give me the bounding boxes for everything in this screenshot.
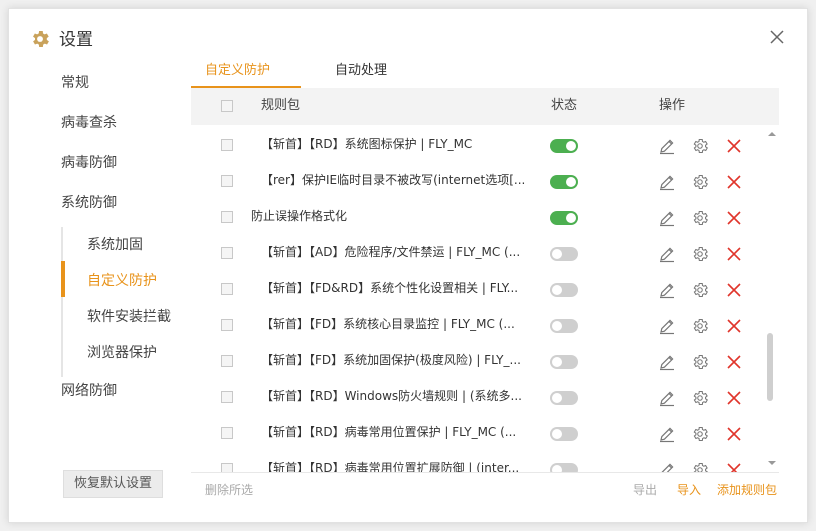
sidebar-item-network-defense[interactable]: 网络防御 bbox=[61, 381, 117, 401]
table-row[interactable]: 【斩首】【AD】危险程序/文件禁运 | FLY_MC (... bbox=[191, 235, 771, 271]
table-row[interactable]: 【斩首】【RD】病毒常用位置扩展防御 | (inter... bbox=[191, 451, 771, 473]
edit-icon[interactable] bbox=[658, 137, 676, 155]
settings-window: 设置 常规 病毒查杀 病毒防御 系统防御 系统加固 自定义防护 软件安装拦截 浏… bbox=[8, 8, 808, 523]
rule-name: 【斩首】【FD】系统加固保护(极度风险) | FLY_... bbox=[261, 353, 521, 367]
status-toggle[interactable] bbox=[550, 391, 578, 405]
sidebar-sub-divider bbox=[61, 227, 63, 377]
gear-icon[interactable] bbox=[691, 281, 709, 299]
restore-defaults-button[interactable]: 恢复默认设置 bbox=[63, 470, 163, 498]
delete-selected-button[interactable]: 删除所选 bbox=[205, 481, 253, 499]
gear-icon[interactable] bbox=[691, 245, 709, 263]
delete-icon[interactable] bbox=[725, 281, 743, 299]
rule-list: 【斩首】【RD】系统图标保护 | FLY_MC 【rer】保护IE临时目录不被改… bbox=[191, 127, 771, 473]
edit-icon[interactable] bbox=[658, 317, 676, 335]
rule-name: 防止误操作格式化 bbox=[251, 209, 348, 223]
window-title: 设置 bbox=[59, 30, 93, 50]
delete-icon[interactable] bbox=[725, 245, 743, 263]
row-checkbox[interactable] bbox=[221, 175, 233, 187]
sidebar-item-custom-protection[interactable]: 自定义防护 bbox=[87, 271, 157, 291]
row-checkbox[interactable] bbox=[221, 355, 233, 367]
gear-icon[interactable] bbox=[691, 389, 709, 407]
status-toggle[interactable] bbox=[550, 283, 578, 297]
sidebar-item-system-defense[interactable]: 系统防御 bbox=[61, 193, 117, 213]
status-toggle[interactable] bbox=[550, 175, 578, 189]
row-checkbox[interactable] bbox=[221, 391, 233, 403]
row-checkbox[interactable] bbox=[221, 247, 233, 259]
delete-icon[interactable] bbox=[725, 389, 743, 407]
scrollbar-thumb[interactable] bbox=[767, 333, 773, 401]
table-row[interactable]: 【斩首】【RD】Windows防火墙规则 | (系统多... bbox=[191, 379, 771, 415]
table-row[interactable]: 【rer】保护IE临时目录不被改写(internet选项[... bbox=[191, 163, 771, 199]
sidebar-item-system-hardening[interactable]: 系统加固 bbox=[87, 235, 143, 255]
scroll-up-arrow-icon[interactable] bbox=[767, 130, 777, 138]
table-row[interactable]: 【斩首】【RD】病毒常用位置保护 | FLY_MC (... bbox=[191, 415, 771, 451]
edit-icon[interactable] bbox=[658, 245, 676, 263]
sidebar-item-install-blocking[interactable]: 软件安装拦截 bbox=[87, 307, 171, 327]
export-button[interactable]: 导出 bbox=[633, 481, 657, 499]
delete-icon[interactable] bbox=[725, 317, 743, 335]
status-toggle[interactable] bbox=[550, 247, 578, 261]
table-row[interactable]: 【斩首】【FD】系统核心目录监控 | FLY_MC (... bbox=[191, 307, 771, 343]
rule-name: 【斩首】【FD】系统核心目录监控 | FLY_MC (... bbox=[261, 317, 515, 331]
gear-icon[interactable] bbox=[691, 173, 709, 191]
gear-icon[interactable] bbox=[691, 353, 709, 371]
column-header-rule-pack: 规则包 bbox=[261, 98, 301, 113]
gear-icon[interactable] bbox=[691, 317, 709, 335]
row-checkbox[interactable] bbox=[221, 283, 233, 295]
select-all-checkbox[interactable] bbox=[221, 100, 233, 112]
row-checkbox[interactable] bbox=[221, 139, 233, 151]
sidebar-item-virus-defense[interactable]: 病毒防御 bbox=[61, 153, 117, 173]
tab-auto-handle[interactable]: 自动处理 bbox=[335, 61, 387, 81]
delete-icon[interactable] bbox=[725, 209, 743, 227]
rule-name: 【斩首】【RD】系统图标保护 | FLY_MC bbox=[261, 137, 473, 151]
scroll-down-arrow-icon[interactable] bbox=[767, 459, 777, 467]
gear-icon[interactable] bbox=[691, 209, 709, 227]
edit-icon[interactable] bbox=[658, 281, 676, 299]
status-toggle[interactable] bbox=[550, 427, 578, 441]
column-header-actions: 操作 bbox=[659, 98, 686, 113]
rule-name: 【斩首】【RD】Windows防火墙规则 | (系统多... bbox=[261, 389, 522, 403]
table-row[interactable]: 【斩首】【RD】系统图标保护 | FLY_MC bbox=[191, 127, 771, 163]
rule-name: 【斩首】【AD】危险程序/文件禁运 | FLY_MC (... bbox=[261, 245, 521, 259]
delete-icon[interactable] bbox=[725, 425, 743, 443]
edit-icon[interactable] bbox=[658, 353, 676, 371]
gear-icon[interactable] bbox=[691, 425, 709, 443]
import-button[interactable]: 导入 bbox=[677, 481, 701, 499]
table-row[interactable]: 防止误操作格式化 bbox=[191, 199, 771, 235]
sidebar-active-marker bbox=[61, 261, 65, 297]
gear-icon bbox=[33, 31, 49, 47]
sidebar-item-general[interactable]: 常规 bbox=[61, 73, 89, 93]
status-toggle[interactable] bbox=[550, 139, 578, 153]
sidebar-item-browser-protection[interactable]: 浏览器保护 bbox=[87, 343, 157, 363]
edit-icon[interactable] bbox=[658, 425, 676, 443]
delete-icon[interactable] bbox=[725, 173, 743, 191]
rule-name: 【rer】保护IE临时目录不被改写(internet选项[... bbox=[261, 173, 526, 187]
gear-icon[interactable] bbox=[691, 137, 709, 155]
footer-divider bbox=[191, 472, 779, 473]
edit-icon[interactable] bbox=[658, 389, 676, 407]
column-header-status: 状态 bbox=[551, 98, 578, 113]
rule-name: 【斩首】【RD】病毒常用位置保护 | FLY_MC (... bbox=[261, 425, 517, 439]
delete-icon[interactable] bbox=[725, 137, 743, 155]
close-icon[interactable] bbox=[767, 27, 787, 47]
rule-name: 【斩首】【FD&RD】系统个性化设置相关 | FLY... bbox=[261, 281, 519, 295]
delete-icon[interactable] bbox=[725, 353, 743, 371]
row-checkbox[interactable] bbox=[221, 211, 233, 223]
rule-name: 【斩首】【RD】病毒常用位置扩展防御 | (inter... bbox=[261, 461, 520, 473]
table-row[interactable]: 【斩首】【FD】系统加固保护(极度风险) | FLY_... bbox=[191, 343, 771, 379]
row-checkbox[interactable] bbox=[221, 319, 233, 331]
status-toggle[interactable] bbox=[550, 355, 578, 369]
edit-icon[interactable] bbox=[658, 173, 676, 191]
add-rule-pack-button[interactable]: 添加规则包 bbox=[717, 481, 777, 499]
status-toggle[interactable] bbox=[550, 211, 578, 225]
row-checkbox[interactable] bbox=[221, 427, 233, 439]
edit-icon[interactable] bbox=[658, 209, 676, 227]
tab-custom-protection[interactable]: 自定义防护 bbox=[205, 61, 270, 81]
sidebar-item-virus-scan[interactable]: 病毒查杀 bbox=[61, 113, 117, 133]
table-row[interactable]: 【斩首】【FD&RD】系统个性化设置相关 | FLY... bbox=[191, 271, 771, 307]
status-toggle[interactable] bbox=[550, 319, 578, 333]
